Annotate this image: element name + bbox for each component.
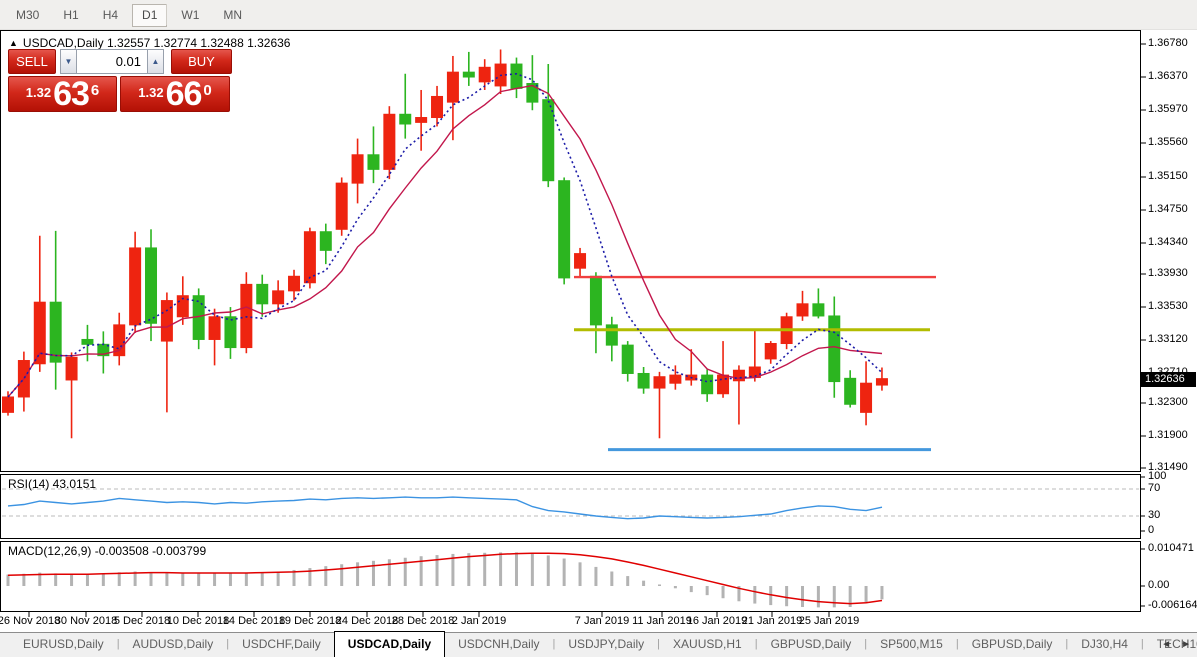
rsi-axis-label: 0 <box>1148 524 1155 536</box>
sell-price-panel[interactable]: 1.32 63 6 <box>8 76 117 112</box>
date-axis-label: 7 Jan 2019 <box>574 615 630 627</box>
date-axis-label: 30 Nov 2018 <box>54 615 118 627</box>
timeframe-button-d1[interactable]: D1 <box>132 4 168 27</box>
macd-axis-label: 0.00 <box>1148 579 1170 591</box>
date-axis-label: 19 Dec 2018 <box>278 615 342 627</box>
tab-scroll-left-icon[interactable]: ◄ <box>1161 639 1171 650</box>
symbol-tab-sp500-8[interactable]: SP500,M15 <box>867 633 956 657</box>
price-axis-label: 1.35970 <box>1148 103 1188 115</box>
volume-increase-button[interactable]: ▲ <box>147 49 164 74</box>
buy-price-big-digits: 66 <box>165 75 203 114</box>
price-axis-label: 1.33930 <box>1148 267 1188 279</box>
timeframe-button-mn[interactable]: MN <box>213 4 252 27</box>
price-axis-label: 1.34750 <box>1148 203 1188 215</box>
symbol-tab-usdcad-3[interactable]: USDCAD,Daily <box>333 631 446 657</box>
price-axis-label: 1.32300 <box>1148 396 1188 408</box>
sell-price-prefix: 1.32 <box>25 85 52 100</box>
price-axis-label: 1.35560 <box>1148 136 1188 148</box>
timeframe-button-w1[interactable]: W1 <box>171 4 209 27</box>
symbol-tabs: EURUSD,Daily | AUDUSD,Daily | USDCHF,Daily US… <box>10 631 1197 657</box>
timeframe-buttons: M30 H1 H4 D1 W1 MN <box>0 4 254 27</box>
chart-title: ▲ USDCAD,Daily 1.32557 1.32774 1.32488 1.… <box>9 36 290 50</box>
rsi-pane[interactable] <box>0 474 1141 539</box>
volume-stepper: ▼ ▲ <box>60 49 164 74</box>
date-axis-label: 28 Dec 2018 <box>391 615 455 627</box>
rsi-axis-label: 30 <box>1148 509 1161 521</box>
rsi-axis-label: 70 <box>1148 482 1161 494</box>
buy-price-pip-digit: 0 <box>203 82 212 99</box>
sell-price-big-digits: 63 <box>53 75 90 114</box>
date-axis-label: 11 Jan 2019 <box>632 615 692 627</box>
symbol-tab-gbpusd-9[interactable]: GBPUSD,Daily <box>959 633 1066 657</box>
price-axis-label: 1.36370 <box>1148 70 1188 82</box>
sell-price-pip-digit: 6 <box>90 82 100 99</box>
symbol-tab-eurusd-0[interactable]: EURUSD,Daily <box>10 633 117 657</box>
price-axis-label: 1.33120 <box>1148 333 1188 345</box>
date-axis-label: 24 Dec 2018 <box>335 615 399 627</box>
symbol-tab-gbpusd-7[interactable]: GBPUSD,Daily <box>758 633 865 657</box>
symbol-tab-usdcnh-4[interactable]: USDCNH,Daily <box>445 633 552 657</box>
volume-input[interactable] <box>77 49 147 74</box>
symbol-tabbar: EURUSD,Daily | AUDUSD,Daily | USDCHF,Daily US… <box>0 631 1197 657</box>
collapse-triangle-icon[interactable]: ▲ <box>9 38 18 48</box>
date-axis-label: 5 Dec 2018 <box>113 615 171 627</box>
price-axis-label: 1.35150 <box>1148 170 1188 182</box>
date-axis-label: 10 Dec 2018 <box>166 615 230 627</box>
one-click-trading-widget: SELL ▼ ▲ BUY 1.32 63 6 1.32 66 0 <box>8 49 232 112</box>
date-axis-label: 14 Dec 2018 <box>222 615 286 627</box>
price-axis-label: 1.31900 <box>1148 429 1188 441</box>
date-axis-label: 2 Jan 2019 <box>451 615 507 627</box>
symbol-tab-audusd-1[interactable]: AUDUSD,Daily <box>120 633 227 657</box>
volume-decrease-button[interactable]: ▼ <box>60 49 77 74</box>
timeframe-button-h4[interactable]: H4 <box>93 4 128 27</box>
buy-price-panel[interactable]: 1.32 66 0 <box>120 76 230 112</box>
tab-scroll-buttons: ◄ ► <box>1161 633 1191 656</box>
macd-axis-label: 0.010471 <box>1148 542 1194 554</box>
terminal-window: M30 H1 H4 D1 W1 MN ▲ USDCAD,Daily 1.32557 1.32… <box>0 0 1197 657</box>
price-axis-label: 1.34340 <box>1148 236 1188 248</box>
timeframe-button-h1[interactable]: H1 <box>53 4 88 27</box>
rsi-label: RSI(14) 43.0151 <box>8 477 97 491</box>
chart-symbol-label: USDCAD,Daily <box>22 36 104 50</box>
symbol-tab-usdjpy-5[interactable]: USDJPY,Daily <box>555 633 657 657</box>
date-axis-label: 25 Jan 2019 <box>798 615 860 627</box>
sell-button[interactable]: SELL <box>8 49 56 74</box>
timeframe-toolbar: M30 H1 H4 D1 W1 MN <box>0 0 1197 30</box>
date-axis-label: 21 Jan 2019 <box>741 615 803 627</box>
macd-label: MACD(12,26,9) -0.003508 -0.003799 <box>8 544 207 558</box>
price-axis-label: 1.36780 <box>1148 37 1188 49</box>
macd-axis-label: -0.006164 <box>1148 599 1197 611</box>
symbol-tab-xauusd-6[interactable]: XAUUSD,H1 <box>660 633 755 657</box>
buy-price-prefix: 1.32 <box>138 85 164 100</box>
symbol-tab-dj30-10[interactable]: DJ30,H4 <box>1068 633 1141 657</box>
tab-scroll-right-icon[interactable]: ► <box>1181 639 1191 650</box>
symbol-tab-usdchf-2[interactable]: USDCHF,Daily <box>229 633 334 657</box>
chart-ohlc-values: 1.32557 1.32774 1.32488 1.32636 <box>106 36 291 50</box>
price-axis-label: 1.33530 <box>1148 300 1188 312</box>
current-price-tag: 1.32636 <box>1141 372 1196 387</box>
toolbar-separator <box>166 4 167 25</box>
timeframe-button-m30[interactable]: M30 <box>6 4 49 27</box>
date-axis-label: 26 Nov 2018 <box>0 615 61 627</box>
buy-button[interactable]: BUY <box>171 49 232 74</box>
rsi-axis-label: 100 <box>1148 470 1167 482</box>
date-axis-label: 16 Jan 2019 <box>686 615 748 627</box>
